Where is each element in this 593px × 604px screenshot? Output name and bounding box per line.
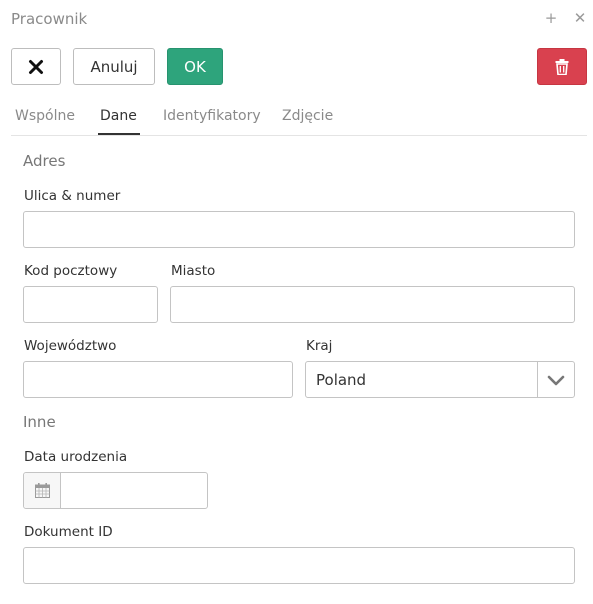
tab-zdjecie[interactable]: Zdjęcie (282, 108, 333, 124)
country-select[interactable]: Poland (305, 361, 575, 398)
birthdate-input[interactable] (62, 473, 207, 508)
city-input[interactable] (170, 286, 575, 323)
voivodeship-label: Województwo (24, 338, 117, 354)
plus-icon: + (544, 9, 558, 27)
section-title-other: Inne (23, 413, 56, 431)
street-input[interactable] (23, 211, 575, 248)
cancel-button[interactable]: Anuluj (73, 48, 155, 85)
tab-dane[interactable]: Dane (100, 108, 137, 124)
chevron-down-icon[interactable] (544, 371, 568, 389)
document-id-label: Dokument ID (24, 524, 113, 540)
birthdate-label: Data urodzenia (24, 449, 128, 465)
calendar-button[interactable] (24, 473, 61, 508)
title-bar: Pracownik + ✕ (0, 0, 593, 38)
tab-wspolne[interactable]: Wspólne (15, 108, 75, 124)
close-button[interactable] (11, 48, 61, 85)
voivodeship-input[interactable] (23, 361, 293, 398)
trash-icon (555, 58, 569, 75)
birthdate-picker (23, 472, 208, 509)
delete-button[interactable] (537, 48, 587, 85)
tab-identyfikatory[interactable]: Identyfikatory (163, 108, 261, 124)
ok-button[interactable]: OK (167, 48, 223, 85)
calendar-icon (35, 483, 50, 498)
maximize-button[interactable]: + (542, 9, 560, 27)
close-icon (29, 59, 43, 74)
window-title: Pracownik (11, 10, 88, 28)
country-select-value: Poland (316, 371, 367, 389)
close-icon: ✕ (573, 9, 587, 27)
section-title-address: Adres (23, 152, 66, 170)
postal-code-input[interactable] (23, 286, 158, 323)
document-id-input[interactable] (23, 547, 575, 584)
street-label: Ulica & numer (24, 188, 121, 204)
city-label: Miasto (171, 263, 216, 279)
postal-code-label: Kod pocztowy (24, 263, 118, 279)
select-divider (537, 362, 538, 397)
tab-bar: Wspólne Dane Identyfikatory Zdjęcie (11, 100, 587, 136)
window-close-button[interactable]: ✕ (571, 9, 589, 27)
country-label: Kraj (306, 338, 333, 354)
active-tab-indicator (98, 133, 140, 135)
